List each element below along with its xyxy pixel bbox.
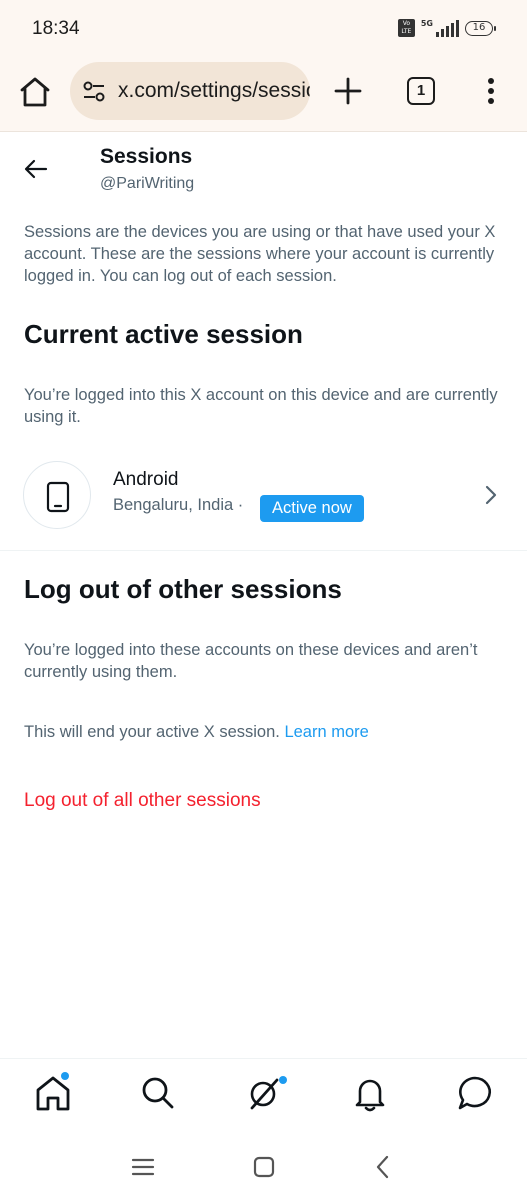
learn-more-link[interactable]: Learn more xyxy=(284,723,368,741)
sessions-intro: Sessions are the devices you are using o… xyxy=(24,223,496,285)
bottom-nav xyxy=(0,1058,527,1136)
back-icon[interactable] xyxy=(370,1154,396,1180)
plus-icon[interactable] xyxy=(333,76,363,106)
status-bar: 18:34 Vo LTE 5G 16 xyxy=(0,0,527,58)
system-nav-bar xyxy=(0,1136,527,1200)
address-bar[interactable]: x.com/settings/sessions xyxy=(70,62,310,120)
tune-icon[interactable] xyxy=(82,81,106,103)
phone-icon xyxy=(46,481,70,513)
session-row[interactable]: Android Bengaluru, India · Active now xyxy=(0,453,527,539)
device-avatar xyxy=(23,461,91,529)
current-session-heading: Current active session xyxy=(24,319,303,349)
page-title: Sessions xyxy=(100,145,193,168)
url-text[interactable]: x.com/settings/sessions xyxy=(118,79,310,103)
tabs-button[interactable]: 1 xyxy=(407,77,435,105)
logout-note-text: This will end your active X session. xyxy=(24,723,280,741)
more-vert-icon[interactable] xyxy=(481,76,501,106)
divider xyxy=(0,550,527,551)
network-type: 5G xyxy=(420,19,433,28)
account-handle: @PariWriting xyxy=(100,175,195,192)
chevron-right-icon xyxy=(485,485,497,505)
notifications-icon[interactable] xyxy=(350,1073,390,1113)
device-location: Bengaluru, India · xyxy=(113,496,244,514)
back-arrow-icon[interactable] xyxy=(22,155,50,183)
notification-dot xyxy=(61,1072,69,1080)
search-icon[interactable] xyxy=(138,1073,178,1113)
messages-icon[interactable] xyxy=(455,1073,495,1113)
status-time: 18:34 xyxy=(32,18,80,39)
signal-icon: 5G xyxy=(421,19,459,37)
recents-icon[interactable] xyxy=(130,1154,156,1180)
current-session-description: You’re logged into this X account on thi… xyxy=(24,386,498,426)
logout-note: This will end your active X session. Lea… xyxy=(24,721,506,743)
home-square-icon[interactable] xyxy=(251,1154,277,1180)
status-indicators: Vo LTE 5G 16 xyxy=(397,19,496,37)
browser-toolbar: x.com/settings/sessions 1 xyxy=(0,58,527,132)
home-icon[interactable] xyxy=(18,75,52,109)
logout-all-button[interactable]: Log out of all other sessions xyxy=(24,790,261,812)
other-sessions-heading: Log out of other sessions xyxy=(24,574,342,604)
device-name: Android xyxy=(113,469,179,490)
status-badge: Active now xyxy=(260,495,364,522)
other-sessions-description: You’re logged into these accounts on the… xyxy=(24,641,478,681)
grok-icon[interactable] xyxy=(244,1073,284,1113)
battery-icon: 16 xyxy=(465,20,496,36)
notification-dot xyxy=(279,1076,287,1084)
volte-icon: Vo LTE xyxy=(397,19,415,37)
